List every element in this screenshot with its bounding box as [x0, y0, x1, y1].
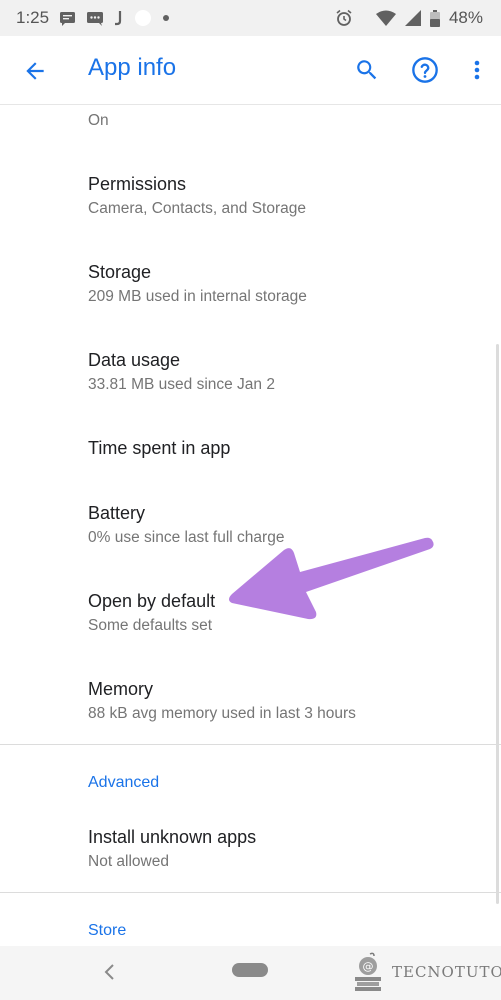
circle-icon [134, 9, 152, 27]
notifications-value: On [88, 112, 109, 129]
open-by-default-row[interactable]: Open by default Some defaults set [88, 589, 485, 637]
search-button[interactable] [351, 54, 383, 86]
svg-text:@: @ [363, 960, 374, 973]
notifications-row[interactable]: On [88, 108, 485, 132]
dot-icon [162, 14, 170, 22]
watermark-text: TECNOTUTO [392, 963, 501, 981]
signal-icon [404, 10, 421, 26]
battery-percentage: 48% [448, 8, 483, 27]
scrollbar[interactable] [496, 344, 499, 904]
message-icon [59, 11, 76, 26]
alarm-icon [335, 9, 353, 27]
divider [0, 744, 501, 745]
permissions-subtitle: Camera, Contacts, and Storage [88, 200, 306, 217]
more-options-button[interactable] [467, 54, 487, 86]
install-unknown-apps-row[interactable]: Install unknown apps Not allowed [88, 825, 485, 873]
chat-icon [86, 11, 104, 26]
nav-back-button[interactable] [98, 960, 122, 984]
status-time: 1:25 [16, 8, 50, 27]
open-by-default-subtitle: Some defaults set [88, 617, 213, 634]
data-usage-row[interactable]: Data usage 33.81 MB used since Jan 2 [88, 348, 485, 396]
time-spent-title: Time spent in app [88, 438, 231, 458]
app-bar: App info [0, 36, 501, 105]
wifi-icon [375, 10, 396, 26]
status-bar: 1:25 48% [0, 0, 501, 36]
divider [0, 892, 501, 893]
storage-row[interactable]: Storage 209 MB used in internal storage [88, 260, 485, 308]
battery-icon [429, 9, 440, 27]
time-spent-row[interactable]: Time spent in app [88, 436, 485, 460]
watermark-logo-icon: @ [355, 952, 381, 991]
search-icon [357, 60, 377, 80]
navigation-bar: @ TECNOTUTO [0, 946, 501, 1000]
data-usage-title: Data usage [88, 350, 181, 370]
settings-list: On Permissions Camera, Contacts, and Sto… [0, 104, 501, 946]
j-app-icon [114, 10, 124, 26]
battery-subtitle: 0% use since last full charge [88, 529, 285, 546]
memory-title: Memory [88, 679, 154, 699]
permissions-title: Permissions [88, 174, 187, 194]
nav-home-pill[interactable] [232, 963, 268, 977]
more-vert-icon [474, 60, 480, 80]
store-header: Store [88, 922, 127, 939]
install-unknown-apps-title: Install unknown apps [88, 827, 257, 847]
advanced-header: Advanced [88, 774, 160, 791]
help-icon [412, 57, 438, 83]
battery-row[interactable]: Battery 0% use since last full charge [88, 501, 485, 549]
app-info-screen: 1:25 48% App info On Permissions Camera,… [0, 0, 501, 1000]
storage-title: Storage [88, 262, 152, 282]
back-button[interactable] [20, 56, 50, 86]
memory-subtitle: 88 kB avg memory used in last 3 hours [88, 705, 356, 722]
back-arrow-icon [26, 62, 44, 80]
battery-title: Battery [88, 503, 146, 523]
data-usage-subtitle: 33.81 MB used since Jan 2 [88, 376, 275, 393]
open-by-default-title: Open by default [88, 591, 216, 611]
page-title: App info [88, 54, 177, 81]
watermark: @ TECNOTUTO [352, 952, 501, 992]
memory-row[interactable]: Memory 88 kB avg memory used in last 3 h… [88, 677, 485, 725]
install-unknown-apps-subtitle: Not allowed [88, 853, 169, 870]
storage-subtitle: 209 MB used in internal storage [88, 288, 307, 305]
permissions-row[interactable]: Permissions Camera, Contacts, and Storag… [88, 172, 485, 220]
nav-back-icon [104, 964, 114, 980]
help-button[interactable] [409, 54, 441, 86]
